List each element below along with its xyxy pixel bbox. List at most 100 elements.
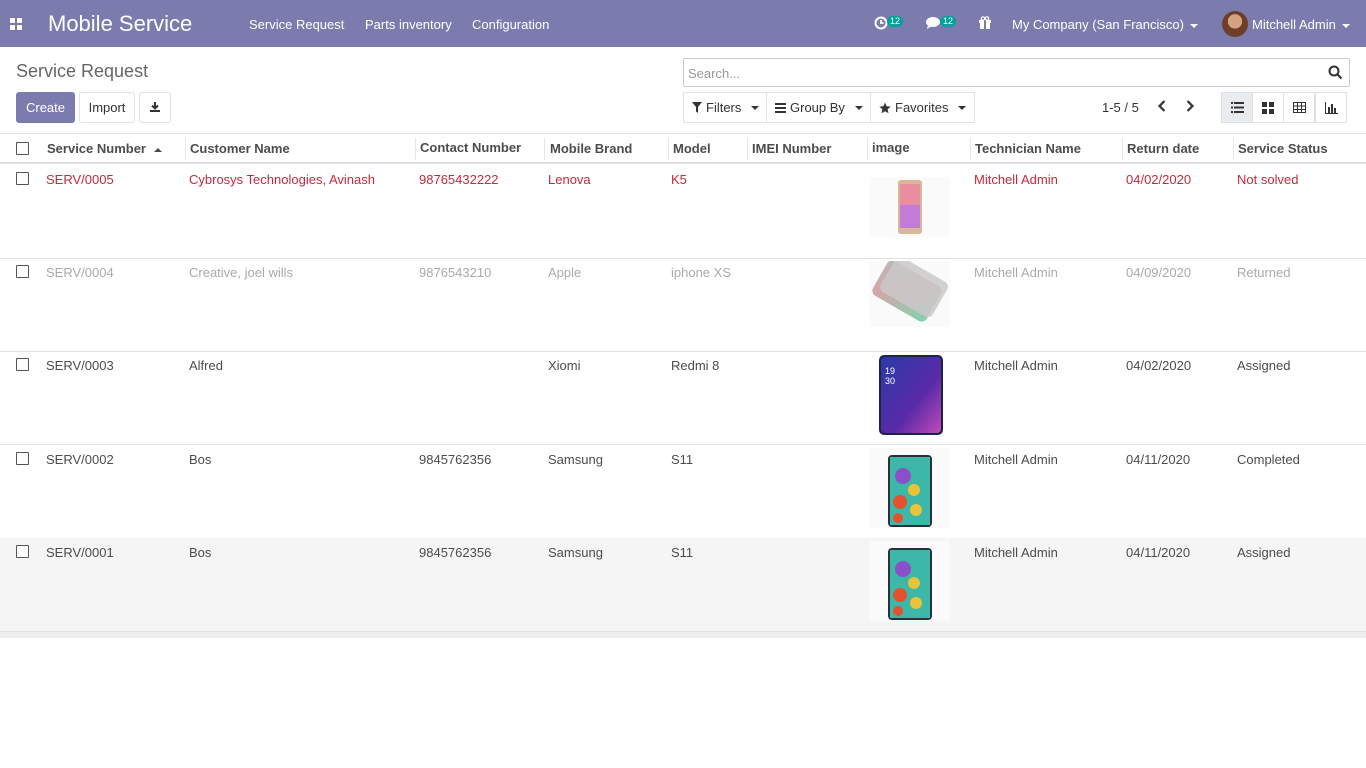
column-resize-handle[interactable] bbox=[668, 138, 669, 160]
table-icon bbox=[1292, 102, 1306, 113]
cell-customer-name: Bos bbox=[189, 452, 212, 467]
cell-return-date: 04/09/2020 bbox=[1126, 265, 1192, 280]
page-title: Service Request bbox=[16, 61, 149, 81]
favorites-dropdown[interactable]: Favorites bbox=[870, 92, 976, 123]
cell-technician-name: Mitchell Admin bbox=[974, 358, 1058, 373]
column-header-technician-name[interactable]: Technician Name bbox=[975, 141, 1081, 156]
list-view-button[interactable] bbox=[1221, 92, 1253, 123]
table-row[interactable]: SERV/0004 Creative, joel wills 987654321… bbox=[0, 258, 1366, 352]
cell-model: K5 bbox=[671, 172, 687, 187]
column-resize-handle[interactable] bbox=[185, 138, 186, 160]
column-resize-handle[interactable] bbox=[867, 138, 868, 160]
cell-mobile-brand: Lenova bbox=[548, 172, 591, 187]
import-button[interactable]: Import bbox=[79, 92, 135, 123]
table-row[interactable]: SERV/0001 Bos 9845762356 Samsung S11 Mit… bbox=[0, 538, 1366, 632]
column-header-mobile-brand[interactable]: Mobile Brand bbox=[550, 141, 632, 156]
table-header: Service Number Customer Name Contact Num… bbox=[0, 133, 1366, 164]
menu-configuration[interactable]: Configuration bbox=[472, 17, 549, 32]
column-header-model[interactable]: Model bbox=[673, 141, 711, 156]
table-row[interactable]: SERV/0003 Alfred Xiomi Redmi 8 19 30 Mit… bbox=[0, 351, 1366, 445]
company-switcher[interactable]: My Company (San Francisco) bbox=[1012, 17, 1198, 32]
row-checkbox[interactable] bbox=[16, 265, 29, 278]
search-bar bbox=[683, 58, 1350, 87]
apps-menu-icon[interactable] bbox=[10, 18, 22, 30]
groupby-label: Group By bbox=[790, 100, 845, 115]
column-header-service-status[interactable]: Service Status bbox=[1238, 141, 1328, 156]
column-resize-handle[interactable] bbox=[747, 138, 748, 160]
column-resize-handle[interactable] bbox=[1122, 138, 1123, 160]
column-header-image[interactable]: image bbox=[872, 140, 910, 155]
groupby-dropdown[interactable]: Group By bbox=[766, 92, 872, 123]
phone-image bbox=[870, 261, 950, 327]
column-header-contact-number[interactable]: Contact Number bbox=[420, 140, 521, 155]
column-header-return-date[interactable]: Return date bbox=[1127, 141, 1199, 156]
download-button[interactable] bbox=[139, 92, 171, 123]
chevron-down-icon bbox=[751, 105, 760, 110]
cell-service-status: Assigned bbox=[1237, 545, 1291, 560]
row-checkbox[interactable] bbox=[16, 545, 29, 558]
column-header-service-number[interactable]: Service Number bbox=[47, 141, 162, 156]
cell-service-number: SERV/0003 bbox=[46, 358, 114, 373]
cell-mobile-brand: Samsung bbox=[548, 452, 603, 467]
column-resize-handle[interactable] bbox=[1233, 138, 1234, 160]
cell-return-date: 04/11/2020 bbox=[1126, 452, 1191, 467]
gift-icon[interactable] bbox=[978, 16, 992, 30]
chevron-left-icon[interactable] bbox=[1157, 99, 1167, 113]
avatar[interactable] bbox=[1222, 11, 1248, 37]
kanban-view-button[interactable] bbox=[1252, 92, 1284, 123]
column-header-customer-name[interactable]: Customer Name bbox=[190, 141, 290, 156]
user-menu[interactable]: Mitchell Admin bbox=[1252, 17, 1350, 32]
cell-return-date: 04/02/2020 bbox=[1126, 172, 1192, 187]
cell-service-number: SERV/0005 bbox=[46, 172, 114, 187]
column-header-imei-number[interactable]: IMEI Number bbox=[752, 141, 831, 156]
cell-service-number: SERV/0001 bbox=[46, 545, 114, 560]
svg-text:19: 19 bbox=[885, 366, 895, 376]
create-button[interactable]: Create bbox=[16, 92, 75, 123]
phone-image bbox=[870, 448, 950, 528]
search-icon[interactable] bbox=[1328, 65, 1343, 80]
pivot-view-button[interactable] bbox=[1283, 92, 1315, 123]
menu-service-request[interactable]: Service Request bbox=[249, 17, 344, 32]
graph-view-button[interactable] bbox=[1315, 92, 1347, 123]
column-resize-handle[interactable] bbox=[544, 138, 545, 160]
cell-mobile-brand: Samsung bbox=[548, 545, 603, 560]
cell-model: S11 bbox=[671, 452, 694, 467]
favorites-label: Favorites bbox=[895, 100, 949, 115]
chevron-right-icon[interactable] bbox=[1185, 99, 1195, 113]
cell-customer-name: Bos bbox=[189, 545, 212, 560]
cell-contact-number: 9876543210 bbox=[419, 265, 492, 280]
pager-value[interactable]: 1-5 / 5 bbox=[1102, 100, 1139, 115]
cell-contact-number: 9845762356 bbox=[419, 545, 492, 560]
row-checkbox[interactable] bbox=[16, 452, 29, 465]
row-checkbox[interactable] bbox=[16, 172, 29, 185]
cell-technician-name: Mitchell Admin bbox=[974, 265, 1058, 280]
cell-customer-name: Alfred bbox=[189, 358, 223, 373]
phone-image bbox=[870, 541, 950, 621]
app-title[interactable]: Mobile Service bbox=[48, 11, 192, 37]
select-all-checkbox[interactable] bbox=[16, 142, 29, 155]
table-row[interactable]: SERV/0005 Cybrosys Technologies, Avinash… bbox=[0, 165, 1366, 259]
phone-image: 19 30 bbox=[870, 354, 950, 436]
filters-dropdown[interactable]: Filters bbox=[683, 92, 769, 123]
cell-contact-number: 9845762356 bbox=[419, 452, 492, 467]
messages-icon[interactable] bbox=[925, 16, 941, 30]
cell-service-status: Not solved bbox=[1237, 172, 1299, 187]
kanban-icon bbox=[1262, 101, 1274, 114]
column-resize-handle[interactable] bbox=[970, 138, 971, 160]
cell-model: iphone XS bbox=[671, 265, 731, 280]
company-name: My Company (San Francisco) bbox=[1012, 17, 1184, 32]
search-input[interactable] bbox=[688, 63, 1318, 83]
filter-icon bbox=[692, 102, 702, 113]
cell-technician-name: Mitchell Admin bbox=[974, 452, 1058, 467]
activity-clock-icon[interactable] bbox=[874, 16, 888, 30]
cell-mobile-brand: Xiomi bbox=[548, 358, 581, 373]
column-label: Service Number bbox=[47, 141, 146, 156]
chevron-down-icon bbox=[854, 105, 863, 110]
table-row[interactable]: SERV/0002 Bos 9845762356 Samsung S11 Mit… bbox=[0, 445, 1366, 539]
table-footer bbox=[0, 632, 1366, 638]
row-checkbox[interactable] bbox=[16, 358, 29, 371]
bars-icon bbox=[775, 102, 786, 113]
list-icon bbox=[1230, 102, 1244, 113]
menu-parts-inventory[interactable]: Parts inventory bbox=[365, 17, 452, 32]
column-resize-handle[interactable] bbox=[415, 138, 416, 160]
